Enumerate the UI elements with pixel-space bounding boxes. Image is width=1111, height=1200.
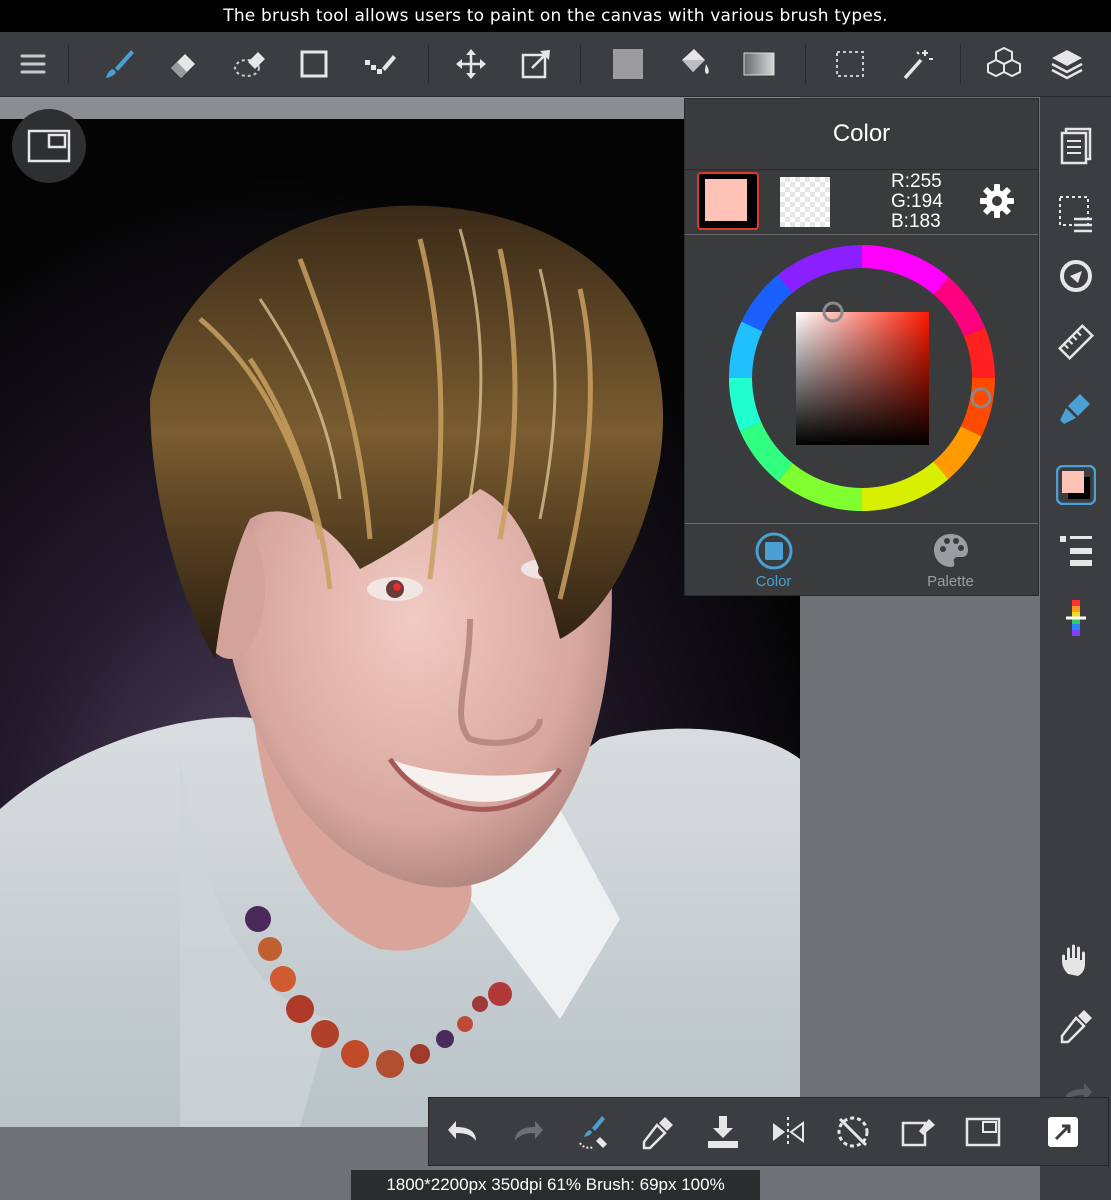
- color-tab-icon: [755, 532, 792, 570]
- select-rect-icon[interactable]: [826, 40, 874, 88]
- brush-icon[interactable]: [95, 40, 143, 88]
- transform-icon[interactable]: [512, 40, 560, 88]
- status-bar: 1800*2200px 350dpi 61% Brush: 69px 100%: [351, 1170, 760, 1200]
- palette-icon: [933, 534, 968, 567]
- status-text: 1800*2200px 350dpi 61% Brush: 69px 100%: [386, 1175, 725, 1194]
- color-tabs: Color Palette: [685, 523, 1038, 597]
- tab-color[interactable]: Color: [685, 524, 862, 597]
- tab-color-label: Color: [755, 573, 792, 590]
- window-icon: [27, 129, 71, 163]
- eraser-icon[interactable]: [159, 40, 207, 88]
- flip-icon[interactable]: [764, 1108, 812, 1156]
- bucket-icon[interactable]: [670, 40, 718, 88]
- canvas-view-toggle[interactable]: [12, 109, 86, 183]
- right-sidebar: [1040, 97, 1111, 1200]
- brush-palette-icon[interactable]: [1053, 595, 1099, 641]
- pages-icon[interactable]: [1053, 122, 1099, 168]
- color-wheel-area[interactable]: [685, 235, 1038, 522]
- canvas-top-strip: [0, 97, 800, 119]
- selection-icon[interactable]: [1053, 190, 1099, 236]
- artwork-canvas[interactable]: [0, 119, 800, 1127]
- brush-settings-icon[interactable]: [1053, 385, 1099, 431]
- main-color: [705, 179, 747, 221]
- selection-eraser-icon[interactable]: [226, 40, 274, 88]
- swatch-row: R:255 G:194 B:183: [685, 170, 1038, 235]
- undo-icon[interactable]: [439, 1108, 487, 1156]
- layer-list-icon[interactable]: [1053, 527, 1099, 573]
- gear-icon[interactable]: [977, 181, 1017, 221]
- color-panel-title: Color: [685, 99, 1038, 170]
- navigator-icon[interactable]: [959, 1108, 1007, 1156]
- expand-icon[interactable]: [1039, 1108, 1087, 1156]
- rectangle-icon[interactable]: [290, 40, 338, 88]
- layers-icon[interactable]: [1043, 40, 1091, 88]
- eyedropper-icon[interactable]: [634, 1108, 682, 1156]
- snap-icon[interactable]: [1053, 252, 1099, 298]
- color-panel: Color R:255 G:194 B:183 Color Palette: [684, 98, 1039, 596]
- tooltip-bar: The brush tool allows users to paint on …: [0, 0, 1111, 32]
- move-icon[interactable]: [447, 40, 495, 88]
- sub-color-swatch[interactable]: [780, 177, 830, 227]
- bottom-toolbar: [428, 1097, 1109, 1166]
- rgb-readout: R:255 G:194 B:183: [891, 172, 943, 232]
- rgb-r: R:255: [891, 171, 942, 192]
- 3d-icon[interactable]: [980, 40, 1028, 88]
- magic-wand-icon[interactable]: [893, 40, 941, 88]
- eyedropper-icon[interactable]: [1053, 1003, 1099, 1049]
- main-toolbar: [0, 32, 1111, 97]
- dot-line-icon[interactable]: [356, 40, 404, 88]
- portrait-artwork: [0, 119, 800, 1127]
- transform-canvas-icon[interactable]: [894, 1108, 942, 1156]
- saturation-value-square[interactable]: [796, 312, 929, 445]
- fill-color-icon[interactable]: [604, 40, 652, 88]
- rotate-reset-icon[interactable]: [829, 1108, 877, 1156]
- rgb-b: B:183: [891, 211, 941, 232]
- tooltip-text: The brush tool allows users to paint on …: [223, 6, 888, 26]
- save-icon[interactable]: [699, 1108, 747, 1156]
- brush-switch-icon[interactable]: [569, 1108, 617, 1156]
- tab-palette-label: Palette: [927, 573, 974, 590]
- menu-icon[interactable]: [9, 40, 57, 88]
- ruler-icon[interactable]: [1053, 319, 1099, 365]
- color-swatch-icon[interactable]: [1053, 462, 1099, 508]
- redo-icon[interactable]: [504, 1108, 552, 1156]
- rgb-g: G:194: [891, 191, 943, 212]
- hand-icon[interactable]: [1053, 937, 1099, 983]
- gradient-icon[interactable]: [735, 40, 783, 88]
- tab-palette[interactable]: Palette: [862, 524, 1039, 597]
- main-color-swatch[interactable]: [697, 172, 759, 230]
